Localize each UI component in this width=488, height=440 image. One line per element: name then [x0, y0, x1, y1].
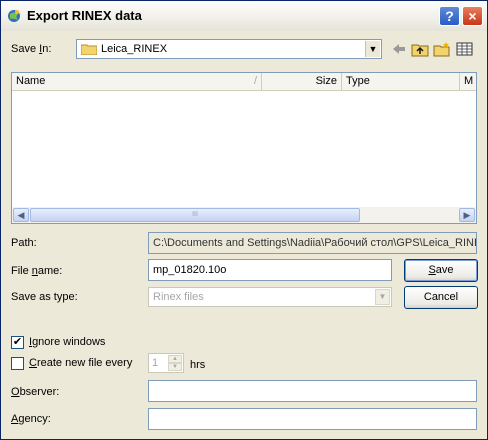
save-as-type-value: Rinex files	[153, 291, 204, 303]
save-in-dropdown[interactable]: Leica_RINEX ▼	[76, 39, 382, 59]
observer-label: Observer:	[11, 386, 60, 398]
path-label: Path:	[11, 237, 37, 249]
save-button[interactable]: Save	[404, 259, 478, 282]
export-rinex-dialog: Export RINEX data ? × Save In: Leica_RIN…	[0, 0, 488, 440]
scroll-left-icon[interactable]: ◀	[13, 208, 29, 222]
chevron-down-icon: ▼	[375, 289, 390, 305]
save-in-label: Save In:	[11, 43, 52, 55]
interval-value: 1	[152, 357, 159, 369]
column-header-type[interactable]: Type	[342, 73, 460, 91]
app-icon	[8, 10, 20, 22]
cancel-button[interactable]: Cancel	[404, 286, 478, 309]
horizontal-scrollbar[interactable]: ◀ III ▶	[12, 207, 476, 223]
interval-unit-label: hrs	[190, 359, 206, 371]
agency-label: Agency:	[11, 413, 51, 425]
title-bar[interactable]: Export RINEX data ? ×	[1, 1, 487, 31]
sort-indicator-icon: /	[253, 75, 257, 87]
column-header-name[interactable]: Name /	[12, 73, 262, 91]
window-title: Export RINEX data	[27, 8, 142, 23]
ignore-windows-label[interactable]: Ignore windows	[29, 336, 105, 348]
save-as-type-dropdown: Rinex files ▼	[148, 287, 392, 307]
column-header-size[interactable]: Size	[262, 73, 342, 91]
stepper-down-icon: ▼	[168, 363, 182, 371]
agency-input[interactable]	[148, 408, 477, 430]
ignore-windows-checkbox[interactable]: ✔	[11, 336, 24, 349]
chevron-down-icon[interactable]: ▼	[365, 41, 380, 57]
path-field: C:\Documents and Settings\Nadiia\Рабочий…	[148, 232, 477, 254]
file-name-label: File name:	[11, 265, 63, 277]
scroll-right-icon[interactable]: ▶	[459, 208, 475, 222]
stepper-up-icon: ▲	[168, 355, 182, 363]
observer-input[interactable]	[148, 380, 477, 402]
close-button[interactable]: ×	[462, 6, 483, 26]
up-folder-icon[interactable]	[411, 41, 429, 57]
column-header-modified[interactable]: M	[460, 73, 476, 91]
create-new-file-label[interactable]: Create new file every	[29, 357, 132, 369]
view-menu-icon[interactable]	[456, 41, 474, 57]
save-in-value: Leica_RINEX	[101, 43, 168, 55]
file-list[interactable]: Name / Size Type M ◀ III ▶	[11, 72, 477, 224]
file-name-input[interactable]: mp_01820.10o	[148, 259, 392, 281]
checkmark-icon: ✔	[12, 336, 23, 348]
help-button[interactable]: ?	[439, 6, 460, 26]
folder-icon	[81, 44, 97, 55]
save-as-type-label: Save as type:	[11, 291, 78, 303]
create-new-file-checkbox[interactable]	[11, 357, 24, 370]
back-arrow-icon[interactable]	[390, 41, 408, 57]
interval-stepper: 1 ▲ ▼	[148, 353, 184, 373]
scroll-thumb[interactable]: III	[30, 208, 360, 222]
close-icon: ×	[468, 8, 477, 24]
new-folder-icon[interactable]	[433, 41, 451, 57]
help-icon: ?	[445, 8, 454, 24]
